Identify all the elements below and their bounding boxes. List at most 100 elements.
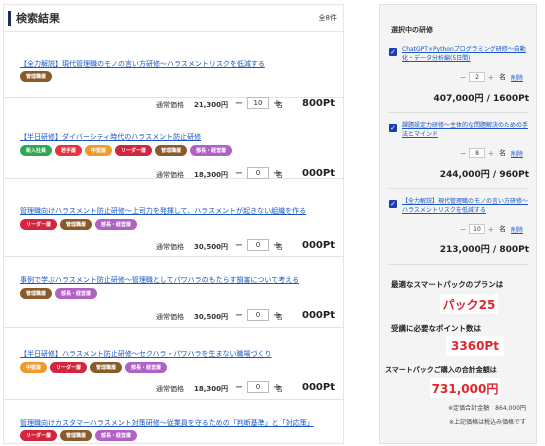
delete-link[interactable]: 削除 bbox=[511, 225, 523, 234]
price-row: 通常価格 18,300円 − 0 + 名 000Pt bbox=[4, 381, 343, 395]
checkbox-checked-icon[interactable]: ✓ bbox=[389, 48, 397, 56]
level-tag: 部長・経営層 bbox=[190, 145, 233, 156]
points-label: 受講に必要なポイント数は bbox=[391, 324, 481, 333]
level-tag: 管理職層 bbox=[155, 145, 188, 156]
level-tag: 中堅層 bbox=[20, 362, 48, 373]
decrement-button[interactable]: − bbox=[234, 381, 244, 393]
selected-price-row: 407,000円 / 1600Pt bbox=[433, 91, 529, 104]
quantity-stepper: − 0 + bbox=[234, 309, 282, 321]
delete-link[interactable]: 削除 bbox=[511, 149, 523, 158]
selected-heading: 選択中の研修 bbox=[391, 26, 433, 34]
quantity-input[interactable]: 2 bbox=[469, 72, 485, 82]
level-tag: 管理職層 bbox=[60, 219, 93, 230]
level-tag: リーダー層 bbox=[20, 430, 58, 441]
course-title-link[interactable]: 【半日研修】ハラスメント防止研修〜セクハラ・パワハラを生まない職場づくり bbox=[20, 349, 271, 359]
course-title-link[interactable]: 管理職向けハラスメント防止研修〜上司力を発揮して、ハラスメントが起きない組織を作… bbox=[20, 206, 306, 216]
selected-course-link[interactable]: 【全力解説】現代管理職のモノの言い方研修〜ハラスメントリスクを低減する bbox=[402, 197, 530, 215]
result-item: 【全力解説】現代管理職のモノの言い方研修〜ハラスメントリスクを低減する 管理職層… bbox=[4, 35, 343, 109]
quantity-input[interactable]: 8 bbox=[469, 148, 485, 158]
price-separator: / bbox=[486, 94, 490, 104]
price-value: 18,300円 bbox=[194, 385, 229, 393]
level-tag: 中堅層 bbox=[85, 145, 113, 156]
course-title-link[interactable]: 管理職向けカスタマーハラスメント対策研修〜従業員を守るための「判断基準」と「対応… bbox=[20, 418, 314, 428]
level-tag: 管理職層 bbox=[90, 362, 123, 373]
price-label: 通常価格 bbox=[156, 243, 184, 251]
level-tag: 管理職層 bbox=[20, 71, 53, 82]
level-tag: 管理職層 bbox=[60, 430, 93, 441]
selected-price: 244,000円 bbox=[439, 170, 490, 180]
decrement-button[interactable]: − bbox=[459, 72, 467, 82]
results-header: 検索結果 全8件 bbox=[4, 5, 343, 32]
selected-quantity-stepper: − 10 + 名 削除 bbox=[459, 224, 523, 234]
selected-course-link[interactable]: 課題設定力研修〜主体的な問題解決のための手法とマインド bbox=[402, 121, 530, 139]
quantity-input[interactable]: 0 bbox=[247, 167, 269, 179]
tag-list: 管理職層 部長・経営層 bbox=[20, 288, 98, 299]
price-value: 30,500円 bbox=[194, 243, 229, 251]
price-label: 通常価格 bbox=[156, 313, 184, 321]
course-title-link[interactable]: 【半日研修】ダイバーシティ時代のハラスメント防止研修 bbox=[20, 132, 201, 142]
quantity-input[interactable]: 0 bbox=[247, 309, 269, 321]
increment-button[interactable]: + bbox=[487, 224, 495, 234]
result-item: 事例で学ぶハラスメント防止研修〜管理職としてパワハラのもたらす損害について考える… bbox=[4, 258, 343, 328]
points-value: 000Pt bbox=[302, 240, 335, 251]
points-value: 000Pt bbox=[302, 168, 335, 179]
results-count: 全8件 bbox=[318, 14, 337, 22]
results-title-wrap: 検索結果 bbox=[8, 10, 60, 26]
price-row: 通常価格 18,300円 − 0 + 名 000Pt bbox=[4, 167, 343, 181]
quantity-stepper: − 0 + bbox=[234, 381, 282, 393]
regular-total-note: ※定価合計金額 864,000円 bbox=[448, 405, 526, 412]
result-item: 管理職向けカスタマーハラスメント対策研修〜従業員を守るための「判断基準」と「対応… bbox=[4, 401, 343, 443]
quantity-input[interactable]: 10 bbox=[469, 224, 485, 234]
points-value: 000Pt bbox=[302, 382, 335, 393]
level-tag: 部長・経営層 bbox=[95, 219, 138, 230]
result-item: 【半日研修】ハラスメント防止研修〜セクハラ・パワハラを生まない職場づくり 中堅層… bbox=[4, 329, 343, 400]
decrement-button[interactable]: − bbox=[234, 239, 244, 251]
course-title-link[interactable]: 事例で学ぶハラスメント防止研修〜管理職としてパワハラのもたらす損害について考える bbox=[20, 275, 299, 285]
decrement-button[interactable]: − bbox=[459, 148, 467, 158]
level-tag: リーダー層 bbox=[50, 362, 88, 373]
selected-points: 800Pt bbox=[499, 245, 529, 255]
quantity-stepper: − 0 + bbox=[234, 239, 282, 251]
delete-link[interactable]: 削除 bbox=[511, 73, 523, 82]
decrement-button[interactable]: − bbox=[459, 224, 467, 234]
price-value: 30,500円 bbox=[194, 313, 229, 321]
quantity-input[interactable]: 0 bbox=[247, 381, 269, 393]
tag-list: リーダー層 管理職層 部長・経営層 bbox=[20, 219, 138, 230]
level-tag: 新入社員 bbox=[20, 145, 53, 156]
selected-points: 1600Pt bbox=[493, 94, 529, 104]
increment-button[interactable]: + bbox=[487, 148, 495, 158]
unit-label: 名 bbox=[276, 171, 283, 179]
selected-item: ✓ 【全力解説】現代管理職のモノの言い方研修〜ハラスメントリスクを低減する − … bbox=[389, 197, 529, 265]
selected-courses-panel: 選択中の研修 ✓ ChatGPT×Pythonプログラミング研修〜自動化・データ… bbox=[379, 4, 537, 444]
decrement-button[interactable]: − bbox=[234, 167, 244, 179]
points-total: 3360Pt bbox=[446, 336, 504, 356]
tag-list: 中堅層 リーダー層 管理職層 部長・経営層 bbox=[20, 362, 168, 373]
selected-course-link[interactable]: ChatGPT×Pythonプログラミング研修〜自動化・データ分析編(5日間) bbox=[402, 45, 530, 63]
total-value: 731,000円 bbox=[430, 378, 500, 398]
price-separator: / bbox=[492, 170, 497, 180]
quantity-stepper: − 0 + bbox=[234, 167, 282, 179]
checkbox-checked-icon[interactable]: ✓ bbox=[389, 200, 397, 208]
price-label: 通常価格 bbox=[156, 171, 184, 179]
level-tag: 管理職層 bbox=[20, 288, 53, 299]
result-item: 【半日研修】ダイバーシティ時代のハラスメント防止研修 新入社員 若手層 中堅層 リーダ… bbox=[4, 99, 343, 181]
level-tag: 若手層 bbox=[55, 145, 83, 156]
quantity-input[interactable]: 0 bbox=[247, 239, 269, 251]
level-tag: リーダー層 bbox=[115, 145, 153, 156]
decrement-button[interactable]: − bbox=[234, 309, 244, 321]
level-tag: 部長・経営層 bbox=[125, 362, 168, 373]
selected-quantity-stepper: − 2 + 名 削除 bbox=[459, 72, 523, 82]
checkbox-checked-icon[interactable]: ✓ bbox=[389, 124, 397, 132]
result-item: 管理職向けハラスメント防止研修〜上司力を発揮して、ハラスメントが起きない組織を作… bbox=[4, 180, 343, 257]
price-row: 通常価格 30,500円 − 0 + 名 000Pt bbox=[4, 239, 343, 253]
increment-button[interactable]: + bbox=[487, 72, 495, 82]
unit-label: 名 bbox=[499, 225, 506, 233]
price-row: 通常価格 30,500円 − 0 + 名 000Pt bbox=[4, 309, 343, 323]
unit-label: 名 bbox=[276, 243, 283, 251]
price-label: 通常価格 bbox=[156, 385, 184, 393]
selected-price-row: 244,000円 / 960Pt bbox=[440, 167, 529, 180]
price-separator: / bbox=[492, 245, 497, 255]
course-title-link[interactable]: 【全力解説】現代管理職のモノの言い方研修〜ハラスメントリスクを低減する bbox=[20, 59, 265, 69]
selected-price: 407,000円 bbox=[433, 94, 484, 104]
selected-price: 213,000円 bbox=[439, 245, 490, 255]
